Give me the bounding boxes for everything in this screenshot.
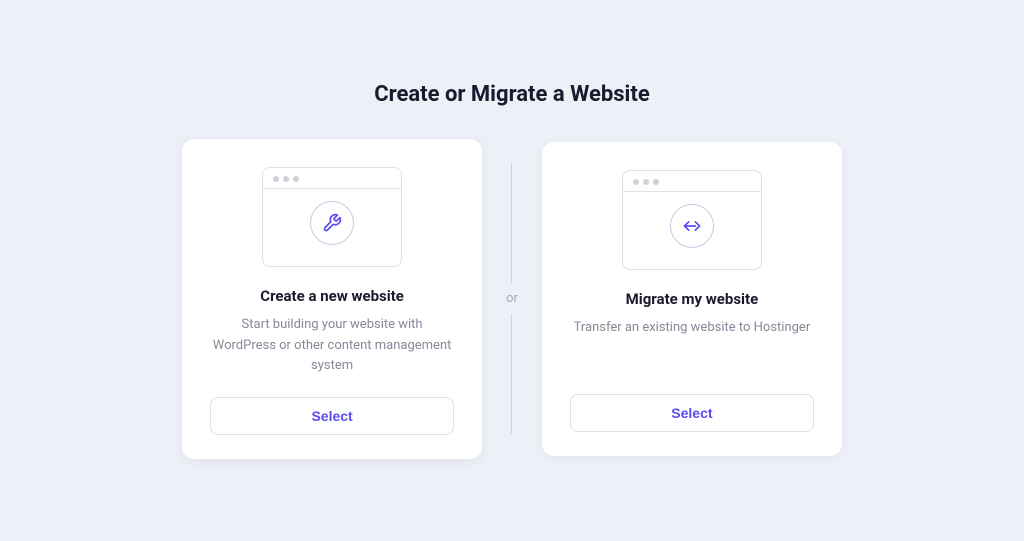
browser-dot-1 (273, 176, 279, 182)
page-title: Create or Migrate a Website (374, 82, 649, 107)
migrate-browser-mockup (622, 170, 762, 270)
or-text: or (506, 283, 518, 314)
create-browser-mockup (262, 167, 402, 267)
migrate-browser-dot-1 (633, 179, 639, 185)
create-card-title: Create a new website (260, 287, 404, 305)
migrate-icon (682, 216, 702, 236)
migrate-card-description: Transfer an existing website to Hostinge… (574, 318, 811, 374)
or-line-bottom (511, 314, 512, 434)
migrate-select-button[interactable]: Select (570, 394, 814, 432)
cards-row: Create a new website Start building your… (182, 139, 842, 459)
create-browser-content (263, 189, 401, 257)
migrate-browser-dot-3 (653, 179, 659, 185)
page-wrapper: Create or Migrate a Website Cre (0, 62, 1024, 479)
browser-dot-2 (283, 176, 289, 182)
browser-dot-3 (293, 176, 299, 182)
create-icon-circle (310, 201, 354, 245)
create-card-description: Start building your website with WordPre… (210, 315, 454, 377)
migrate-icon-circle (670, 204, 714, 248)
browser-dots (263, 168, 401, 189)
migrate-browser-dot-2 (643, 179, 649, 185)
migrate-browser-dots (623, 171, 761, 192)
migrate-card-title: Migrate my website (626, 290, 759, 308)
migrate-website-card: Migrate my website Transfer an existing … (542, 142, 842, 456)
or-line-top (511, 163, 512, 283)
create-select-button[interactable]: Select (210, 397, 454, 435)
wrench-icon (322, 213, 342, 233)
migrate-browser-content (623, 192, 761, 260)
or-divider: or (506, 163, 518, 434)
create-website-card: Create a new website Start building your… (182, 139, 482, 459)
